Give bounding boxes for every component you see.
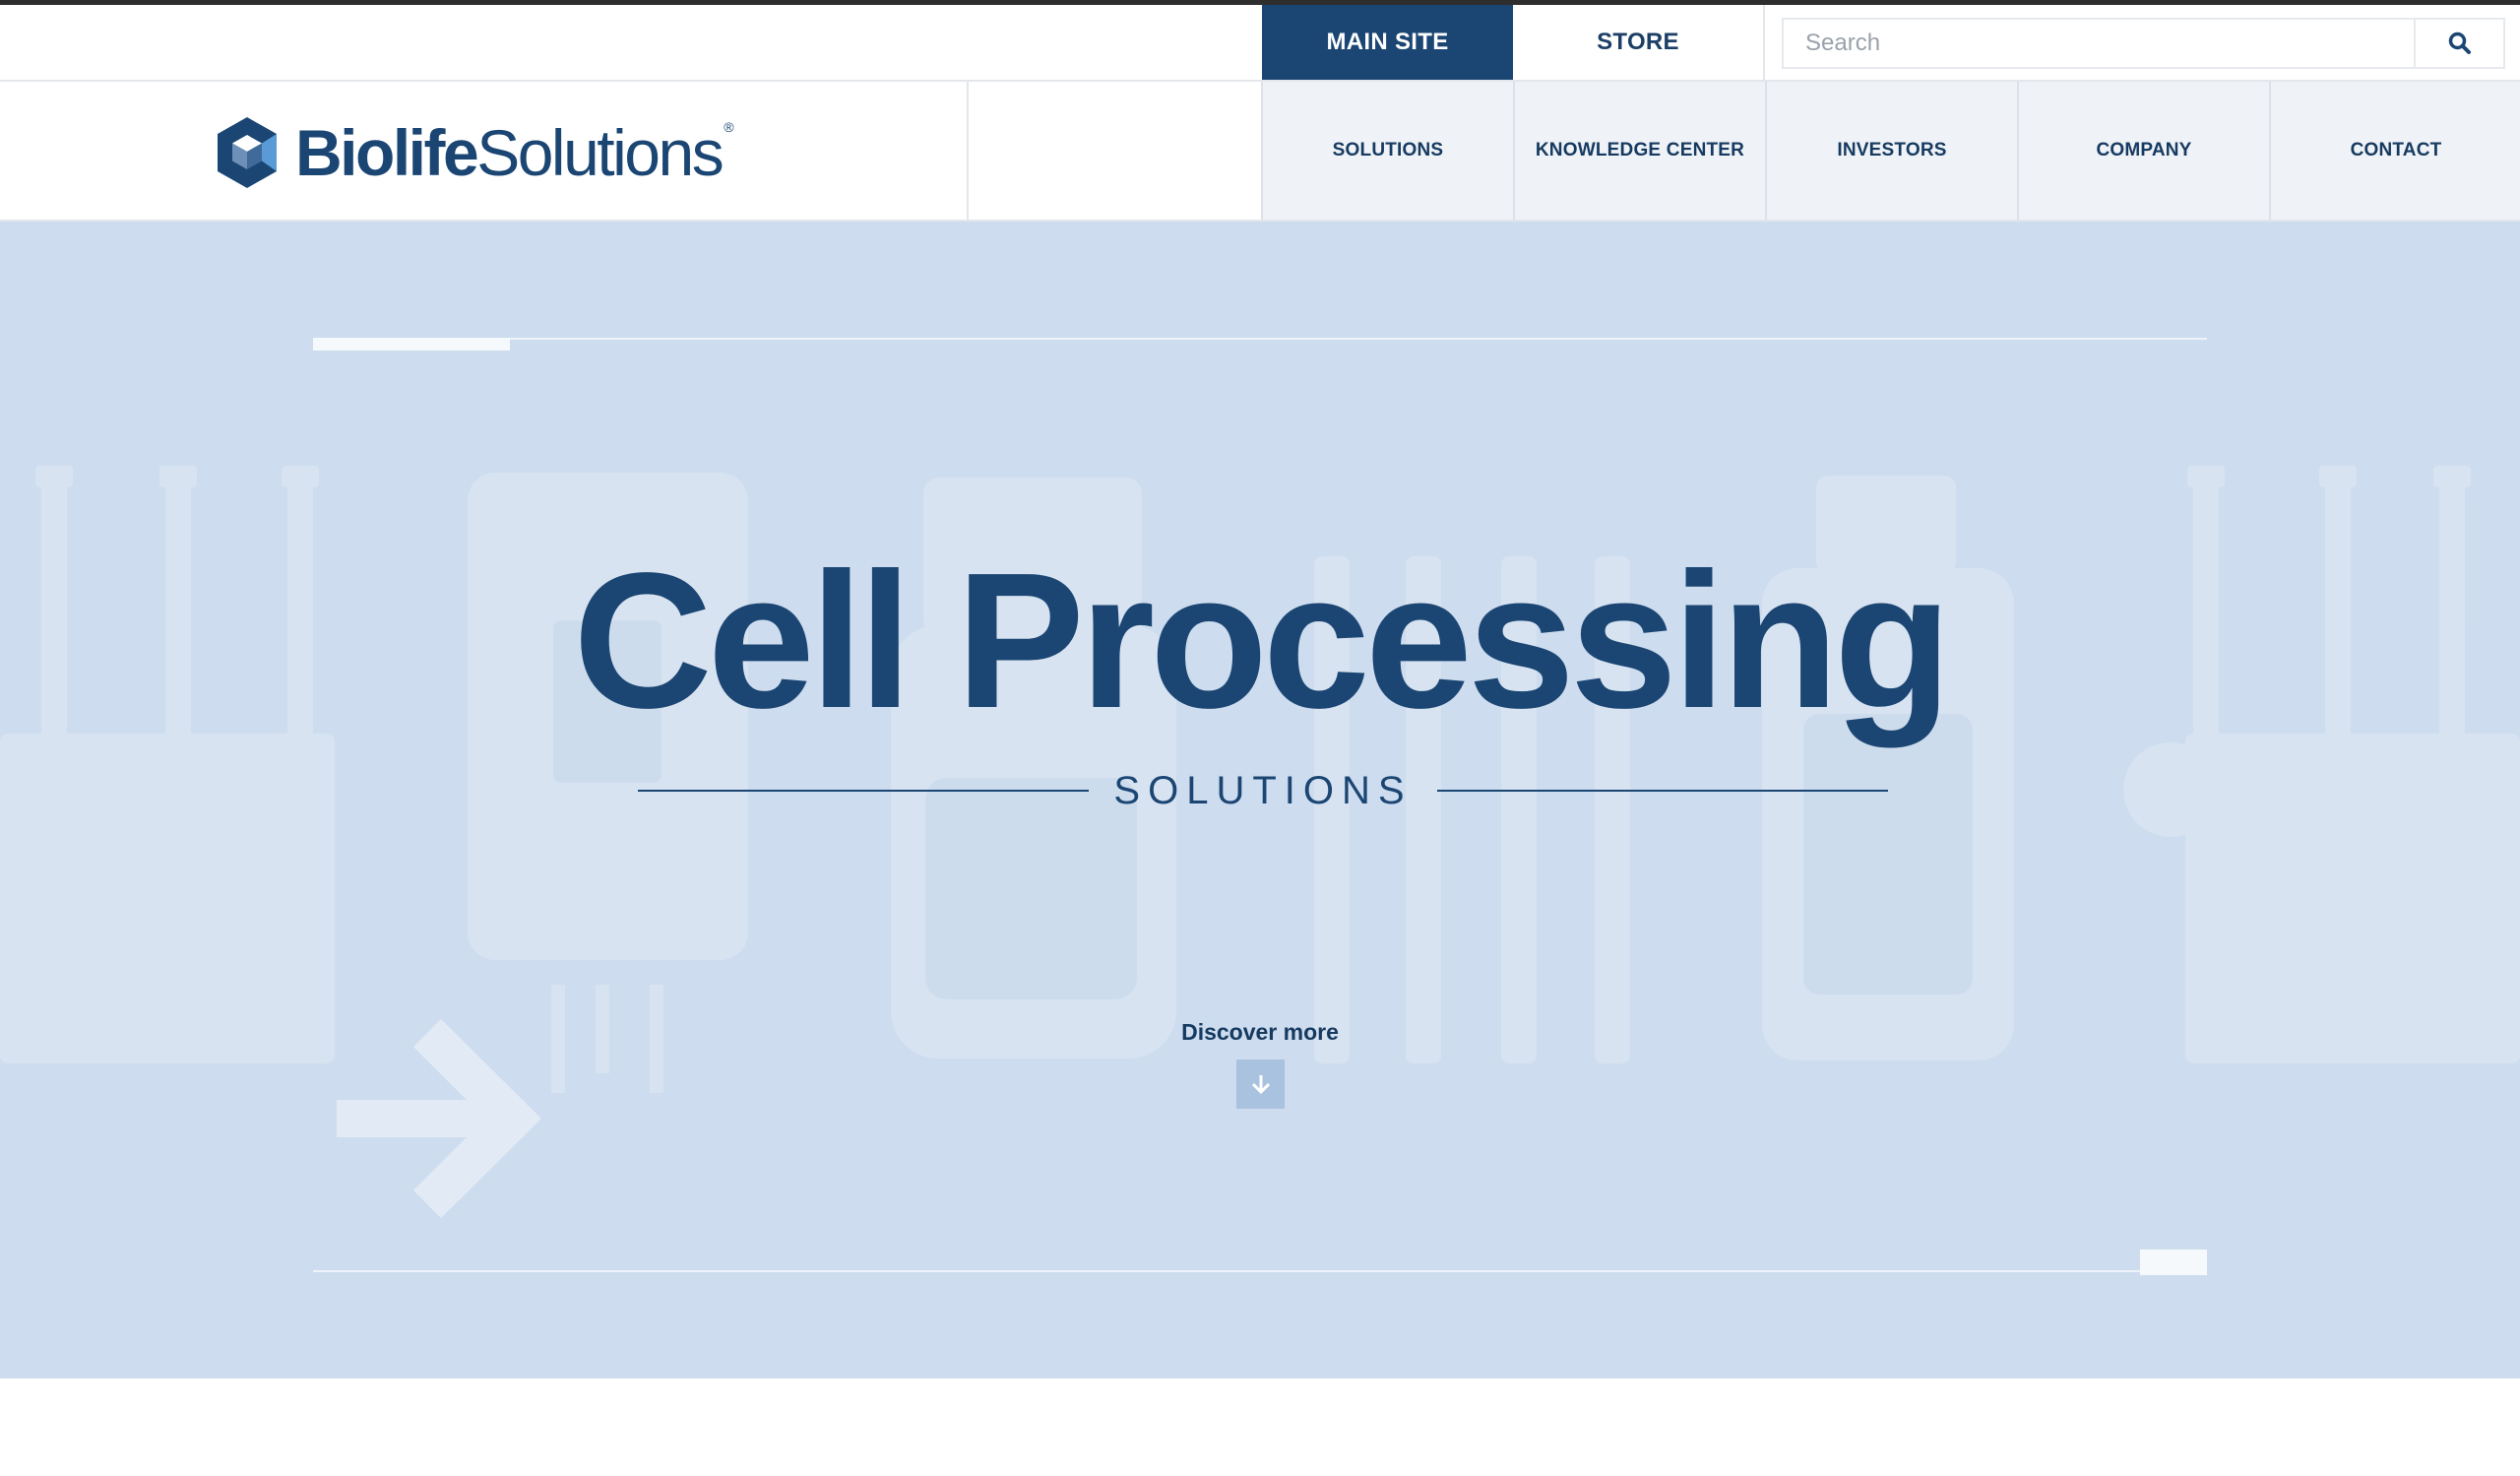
subtitle-rule-left [638,790,1089,792]
biolife-logo[interactable]: BiolifeSolutions ® [215,113,746,192]
hexagon-cube-logo-icon [218,117,277,188]
search-button[interactable] [2414,20,2503,67]
store-button[interactable]: STORE [1513,5,1765,80]
header-divider [967,82,969,220]
nav-item-knowledge-center[interactable]: KNOWLEDGE CENTER [1513,82,1765,220]
nav-item-solutions[interactable]: SOLUTIONS [1261,82,1513,220]
hero-bottom-rule [313,1270,2207,1272]
discover-more-link[interactable]: Discover more [0,1019,2520,1046]
nav-item-investors[interactable]: INVESTORS [1765,82,2017,220]
logo-wordmark: BiolifeSolutions ® [295,116,734,189]
hero-top-rule [313,338,2207,340]
scroll-down-button[interactable] [1236,1059,1285,1109]
nav-item-company[interactable]: COMPANY [2017,82,2269,220]
hero-title: Cell Processing [573,533,1952,748]
search-icon [2448,32,2471,54]
main-site-button[interactable]: MAIN SITE [1262,5,1513,80]
search-input[interactable] [1784,20,2414,67]
nav-item-contact[interactable]: CONTACT [2269,82,2520,220]
hero-top-rule-accent [313,338,510,351]
main-nav: SOLUTIONS KNOWLEDGE CENTER INVESTORS COM… [1261,82,2520,220]
arrow-right-icon [337,1019,541,1218]
main-header: BiolifeSolutions ® SOLUTIONS KNOWLEDGE CE… [0,82,2520,222]
search-box [1782,18,2505,69]
hero-section: Cell Processing SOLUTIONS Discover more [0,222,2520,1379]
subtitle-rule-right [1437,790,1888,792]
arrow-down-icon [1251,1075,1270,1095]
hero-subtitle: SOLUTIONS [1113,769,1413,812]
hero-bottom-rule-accent [2140,1250,2207,1275]
hero-subtitle-row: SOLUTIONS [0,766,2520,815]
utility-bar: MAIN SITE STORE [0,5,2520,82]
